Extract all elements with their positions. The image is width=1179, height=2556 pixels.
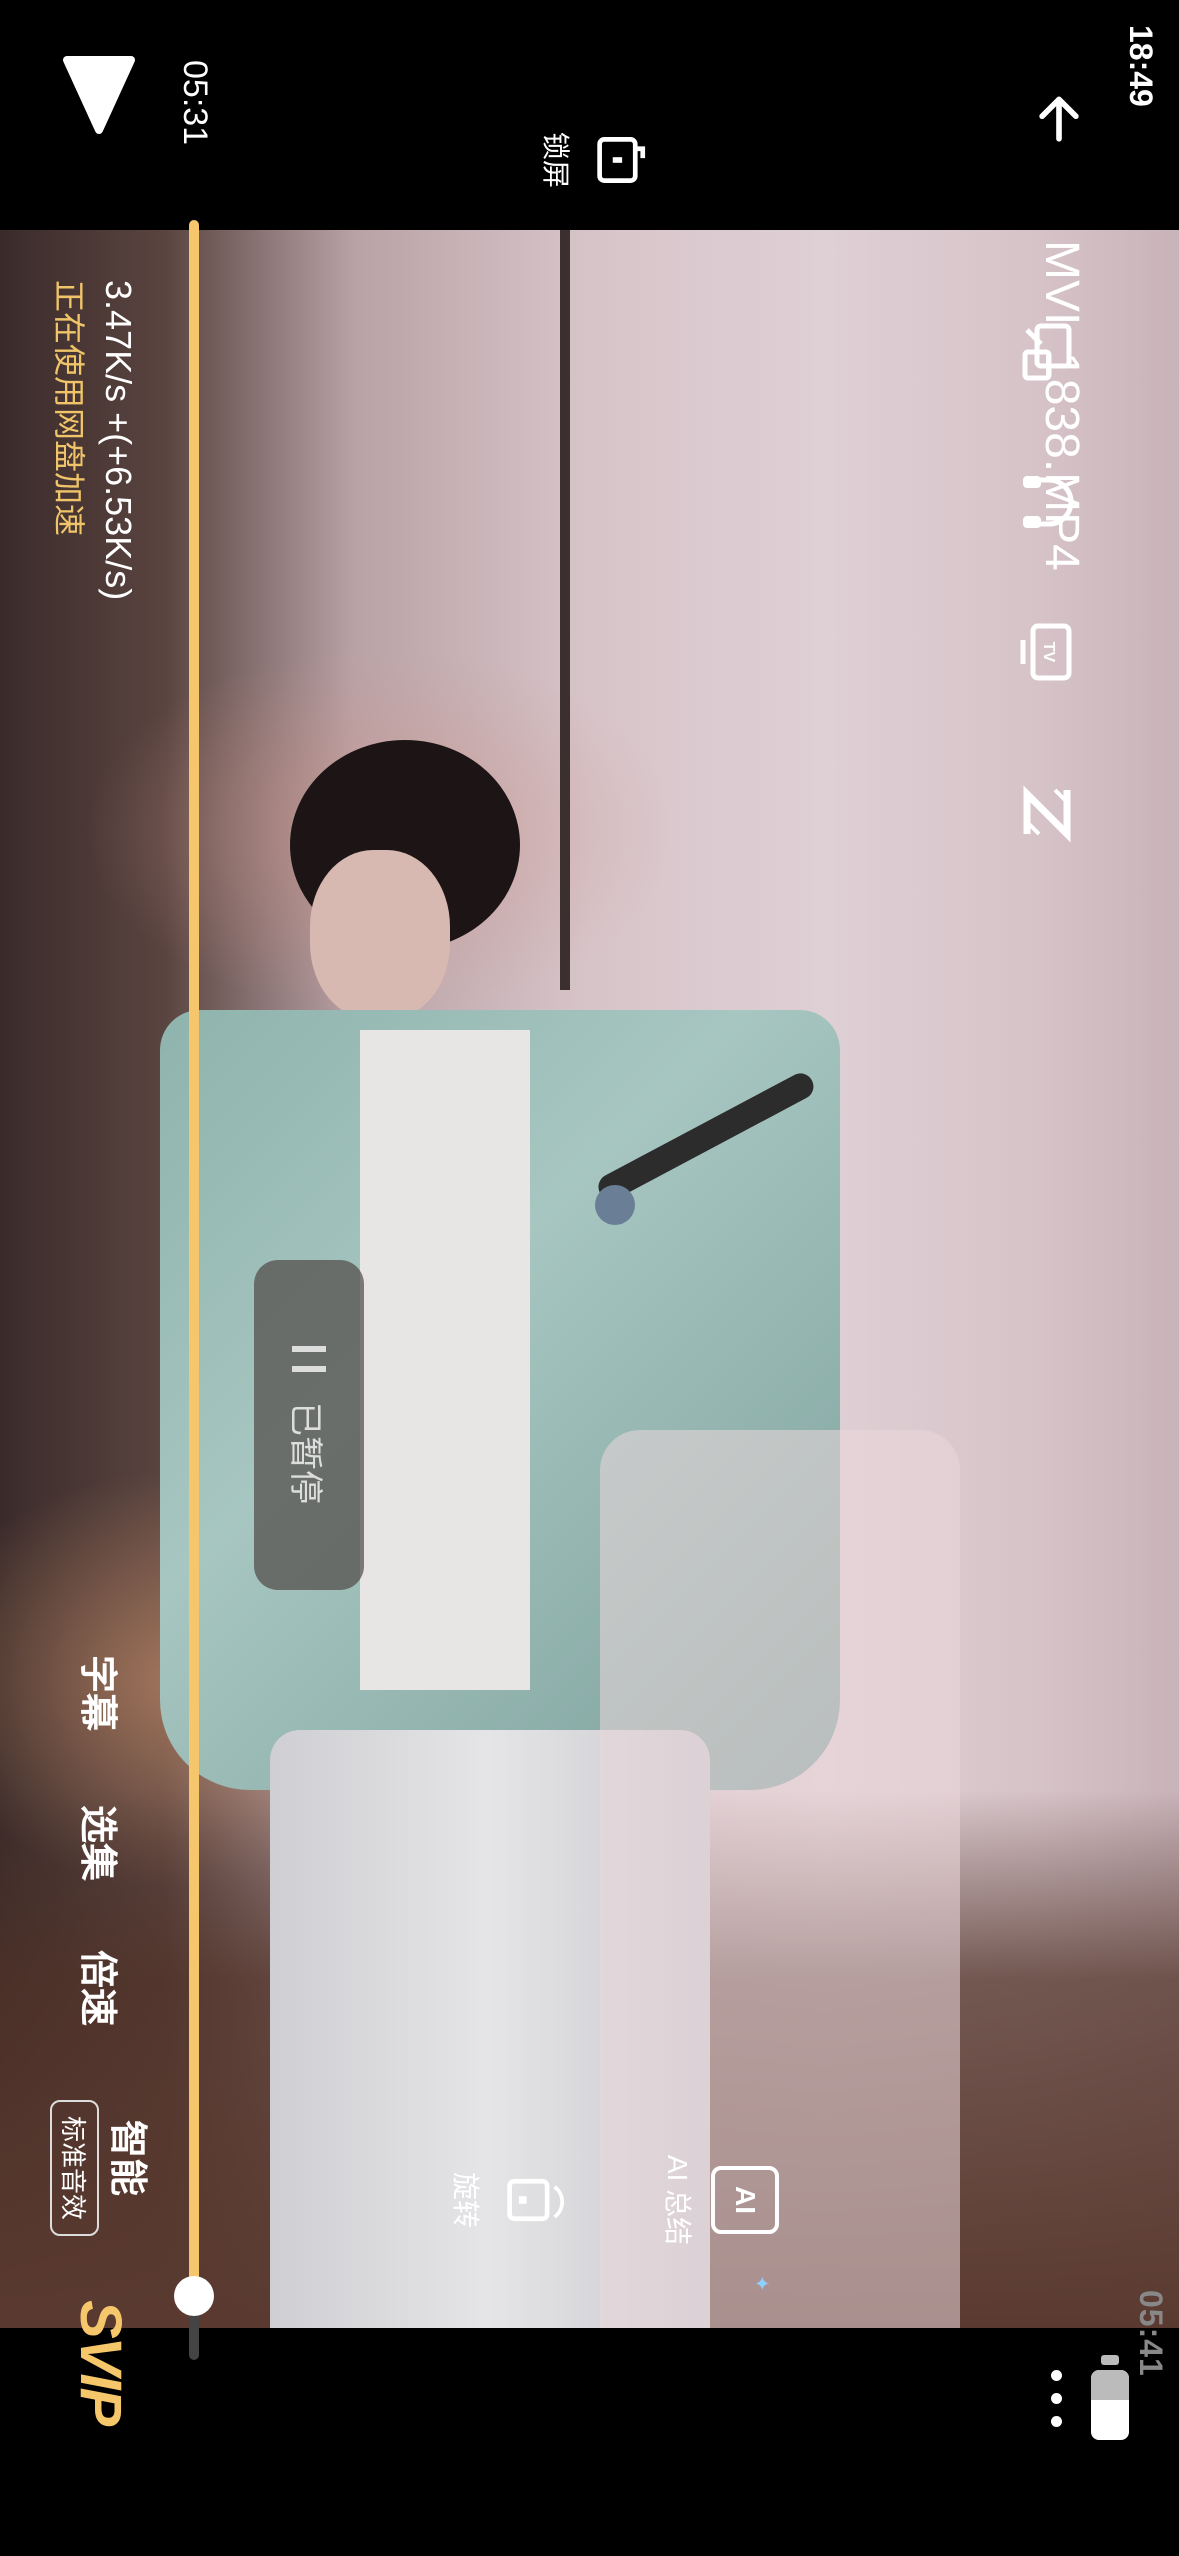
video-title: MVI_1838.MP4	[1035, 240, 1088, 571]
paused-label: 已暂停	[286, 1402, 325, 1504]
playback-speed-button[interactable]: 倍速	[74, 1950, 129, 2026]
paused-indicator: 已暂停	[254, 1260, 364, 1590]
rotate-icon	[507, 2178, 564, 2222]
rotate-label: 旋转	[450, 2171, 481, 2228]
back-arrow-icon[interactable]	[1029, 90, 1089, 150]
download-speed: 3.47K/s +(+6.53K/s)	[98, 280, 139, 601]
battery-nub	[1101, 2355, 1119, 2365]
ai-summary-label: AI 总结	[662, 2154, 693, 2246]
battery-icon	[1091, 2370, 1129, 2440]
ai-summary-button[interactable]: AI AI 总结	[629, 2140, 779, 2260]
tv-cast-icon[interactable]: TV	[1015, 620, 1079, 684]
svg-text:TV: TV	[1040, 642, 1057, 663]
pause-icon	[292, 1346, 326, 1372]
sound-effect-button[interactable]: 标准音效	[50, 2100, 99, 2237]
play-icon	[63, 56, 135, 134]
sparkle-icon: ✦	[750, 2275, 772, 2292]
player-overlay: 18:49 05:41 TV ✦ AI AI 总结 旋转 锁屏 MVI_1838…	[0, 0, 1179, 2556]
lock-button[interactable]: 锁屏	[504, 100, 654, 220]
play-button[interactable]	[59, 40, 139, 150]
subtitle-button[interactable]: 字幕	[74, 1655, 129, 1731]
status-time: 18:49	[1123, 25, 1159, 107]
progress-bar[interactable]	[174, 220, 214, 2360]
z-logo-icon[interactable]	[1015, 780, 1079, 844]
ai-summary-icon: AI	[711, 2166, 779, 2234]
progress-fill	[189, 220, 199, 2296]
lock-icon	[597, 137, 646, 183]
quality-smart-button[interactable]: 智能	[104, 2120, 159, 2196]
progress-thumb[interactable]	[174, 2275, 214, 2316]
svip-badge[interactable]: SVIP	[67, 2300, 134, 2424]
rotate-button[interactable]: 旋转	[414, 2140, 564, 2260]
current-time: 05:31	[176, 60, 214, 146]
total-time: 05:41	[1133, 2290, 1169, 2377]
episode-button[interactable]: 选集	[74, 1805, 129, 1881]
lock-label: 锁屏	[540, 131, 571, 188]
more-icon[interactable]	[1040, 2370, 1064, 2440]
acceleration-status: 正在使用网盘加速	[51, 280, 87, 537]
